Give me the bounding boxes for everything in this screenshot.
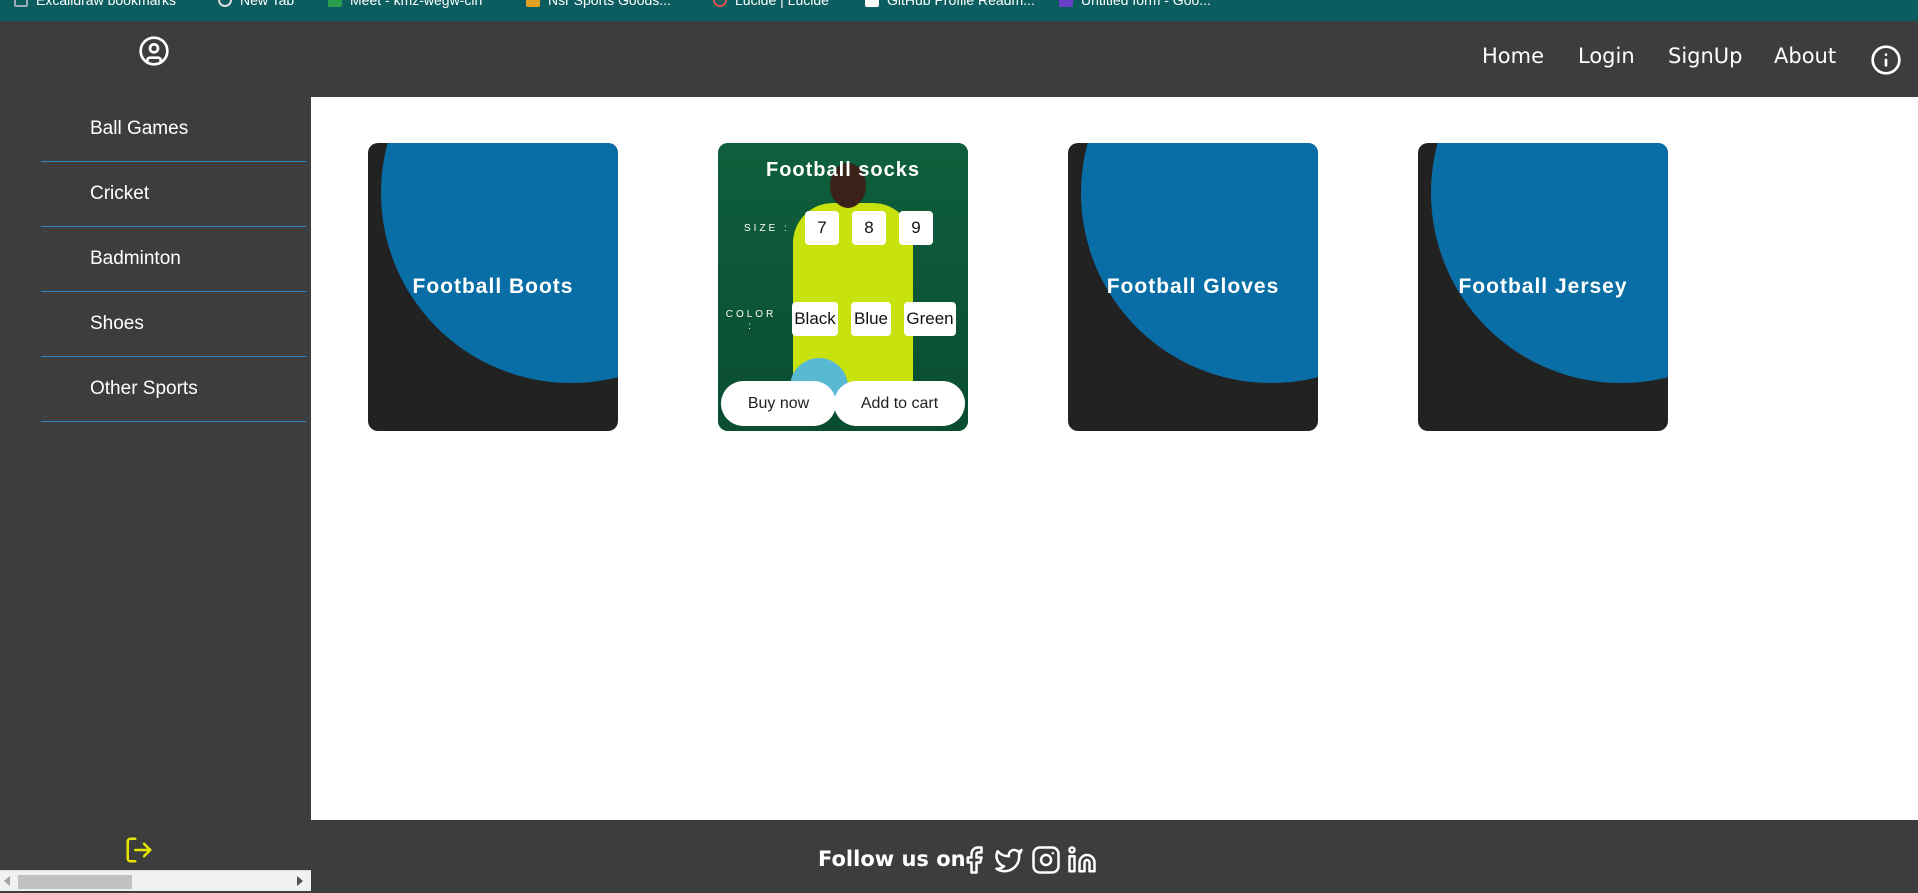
bookmark-item[interactable]: New Tab [218, 0, 294, 9]
add-to-cart-button[interactable]: Add to cart [834, 381, 965, 426]
scrollbar-thumb[interactable] [18, 875, 132, 889]
product-card-football-jersey[interactable]: CR7 Football Jersey [1418, 143, 1668, 431]
lucide-icon [713, 0, 727, 7]
sidebar-item-label: Ball Games [90, 118, 189, 139]
card-watermark: CR7 [1431, 143, 1668, 169]
scroll-left-arrow-icon[interactable] [4, 876, 10, 886]
horizontal-scrollbar[interactable] [0, 870, 311, 891]
card-circle-bg: CR7 [381, 143, 618, 383]
sidebar-item-cricket[interactable]: Cricket [41, 162, 306, 227]
bookmark-item[interactable]: Nsr Sports Goods... [526, 0, 671, 9]
bookmark-label: Meet - kmz-wegw-cih [350, 0, 483, 8]
product-name: Football Boots [412, 275, 574, 298]
sidebar-item-shoes[interactable]: Shoes [41, 292, 306, 357]
nav-signup-link[interactable]: SignUp [1668, 44, 1743, 68]
sidebar: Ball Games Cricket Badminton Shoes Other… [0, 97, 311, 893]
bookmark-label: GitHub Profile Readm... [887, 0, 1035, 8]
top-header: Home Login SignUp About [0, 21, 1918, 97]
bookmarks-bar: Excalidraw bookmarks New Tab Meet - kmz-… [0, 0, 1918, 21]
globe-icon [218, 0, 232, 7]
bookmark-item[interactable]: Excalidraw bookmarks [14, 0, 176, 9]
follow-us-text: Follow us on [818, 847, 966, 871]
instagram-icon[interactable] [1031, 845, 1061, 875]
scroll-right-arrow-icon[interactable] [297, 876, 303, 886]
bookmark-label: Untitled form - Goo... [1081, 0, 1211, 8]
bookmark-item[interactable]: Untitled form - Goo... [1059, 0, 1211, 9]
page-icon [865, 0, 879, 7]
bookmark-label: New Tab [240, 0, 295, 8]
folder-icon [14, 0, 28, 7]
bookmark-label: Nsr Sports Goods... [548, 0, 671, 8]
sidebar-item-label: Badminton [90, 248, 181, 269]
buy-now-button[interactable]: Buy now [721, 381, 836, 426]
size-option-7[interactable]: 7 [805, 211, 839, 245]
sidebar-item-other-sports[interactable]: Other Sports [41, 357, 306, 422]
nav-login-link[interactable]: Login [1578, 44, 1635, 68]
nav-home-link[interactable]: Home [1482, 44, 1544, 68]
bookmark-item[interactable]: GitHub Profile Readm... [865, 0, 1035, 9]
user-circle-icon[interactable] [138, 35, 170, 67]
color-label: COLOR : [725, 309, 777, 332]
card-circle-bg: CR7 [1081, 143, 1318, 383]
card-circle-bg: CR7 [1431, 143, 1668, 383]
sidebar-item-ball-games[interactable]: Ball Games [41, 97, 306, 162]
size-option-9[interactable]: 9 [899, 211, 933, 245]
bookmark-item[interactable]: Meet - kmz-wegw-cih [328, 0, 482, 9]
size-label: SIZE : [744, 223, 790, 234]
product-card-football-boots[interactable]: CR7 Football Boots [368, 143, 618, 431]
sidebar-item-badminton[interactable]: Badminton [41, 227, 306, 292]
forms-icon [1059, 0, 1073, 7]
color-option-black[interactable]: Black [792, 302, 838, 336]
product-name: Football socks [765, 159, 921, 181]
bookmark-label: Excalidraw bookmarks [36, 0, 177, 8]
meet-icon [328, 0, 342, 7]
sidebar-item-label: Shoes [90, 313, 144, 334]
info-icon[interactable] [1870, 44, 1902, 76]
product-name: Football Jersey [1458, 275, 1628, 298]
product-card-football-gloves[interactable]: CR7 Football Gloves [1068, 143, 1318, 431]
color-option-blue[interactable]: Blue [851, 302, 891, 336]
nav-about-link[interactable]: About [1774, 44, 1836, 68]
card-watermark: CR7 [381, 143, 618, 169]
sports-icon [526, 0, 540, 7]
bookmark-item[interactable]: Lucide | Lucide [713, 0, 829, 9]
card-watermark: CR7 [1081, 143, 1318, 169]
sidebar-item-label: Cricket [90, 183, 150, 204]
color-option-green[interactable]: Green [904, 302, 956, 336]
facebook-icon[interactable] [959, 845, 989, 875]
product-name: Football Gloves [1106, 275, 1280, 298]
bookmark-label: Lucide | Lucide [735, 0, 829, 8]
size-option-8[interactable]: 8 [852, 211, 886, 245]
product-card-football-socks[interactable]: Football socks SIZE : 7 8 9 COLOR : Blac… [718, 143, 968, 431]
sidebar-item-label: Other Sports [90, 378, 198, 399]
footer: Follow us on [311, 820, 1918, 893]
twitter-icon[interactable] [994, 845, 1024, 875]
linkedin-icon[interactable] [1067, 845, 1097, 875]
logout-icon[interactable] [124, 835, 154, 865]
